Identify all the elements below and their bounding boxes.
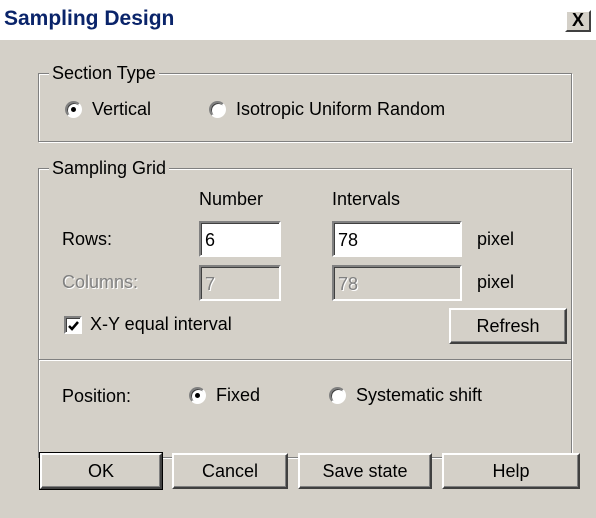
- radio-vertical[interactable]: Vertical: [65, 99, 151, 120]
- xy-equal-interval-label: X-Y equal interval: [90, 314, 232, 334]
- column-header-intervals: Intervals: [332, 189, 401, 209]
- radio-fixed[interactable]: Fixed: [189, 385, 260, 406]
- sampling-grid-group: Sampling Grid Number Intervals Rows: 6 7…: [38, 157, 572, 458]
- columns-number-input: 7: [199, 265, 281, 301]
- rows-interval-input[interactable]: 78: [332, 221, 462, 257]
- help-button[interactable]: Help: [442, 453, 580, 489]
- ok-button[interactable]: OK: [39, 452, 163, 490]
- radio-vertical-label: Vertical: [92, 99, 152, 119]
- cancel-button[interactable]: Cancel: [172, 453, 288, 489]
- radio-isotropic-label: Isotropic Uniform Random: [236, 99, 446, 119]
- sampling-design-dialog: Sampling Design X Section Type Vertical …: [0, 0, 596, 518]
- columns-interval-input: 78: [332, 265, 462, 301]
- columns-label: Columns:: [62, 272, 139, 292]
- xy-equal-interval-box: [64, 315, 82, 334]
- close-button[interactable]: X: [565, 10, 591, 32]
- checkmark-icon: [68, 320, 79, 331]
- radio-vertical-indicator: [65, 101, 82, 118]
- position-separator: [39, 359, 571, 361]
- sampling-grid-legend: Sampling Grid: [49, 157, 170, 179]
- section-type-group: Section Type Vertical Isotropic Uniform …: [38, 62, 572, 142]
- rows-unit-label: pixel: [477, 229, 515, 249]
- save-state-button[interactable]: Save state: [298, 453, 432, 489]
- rows-label: Rows:: [62, 229, 113, 249]
- radio-isotropic-uniform-random[interactable]: Isotropic Uniform Random: [209, 99, 445, 120]
- radio-systematic-shift-indicator: [329, 387, 346, 404]
- radio-systematic-shift[interactable]: Systematic shift: [329, 385, 482, 406]
- xy-equal-interval-checkbox[interactable]: X-Y equal interval: [64, 314, 232, 335]
- radio-systematic-shift-label: Systematic shift: [356, 385, 483, 405]
- columns-unit-label: pixel: [477, 272, 515, 292]
- radio-fixed-label: Fixed: [216, 385, 261, 405]
- rows-number-input[interactable]: 6: [199, 221, 281, 257]
- refresh-button[interactable]: Refresh: [449, 308, 567, 344]
- radio-isotropic-indicator: [209, 101, 226, 118]
- title-bar: Sampling Design X: [0, 0, 596, 40]
- section-type-legend: Section Type: [49, 62, 159, 84]
- column-header-number: Number: [199, 189, 264, 209]
- window-title: Sampling Design: [4, 7, 175, 30]
- position-label: Position:: [62, 386, 132, 406]
- dialog-body: Section Type Vertical Isotropic Uniform …: [0, 40, 596, 518]
- radio-fixed-indicator: [189, 387, 206, 404]
